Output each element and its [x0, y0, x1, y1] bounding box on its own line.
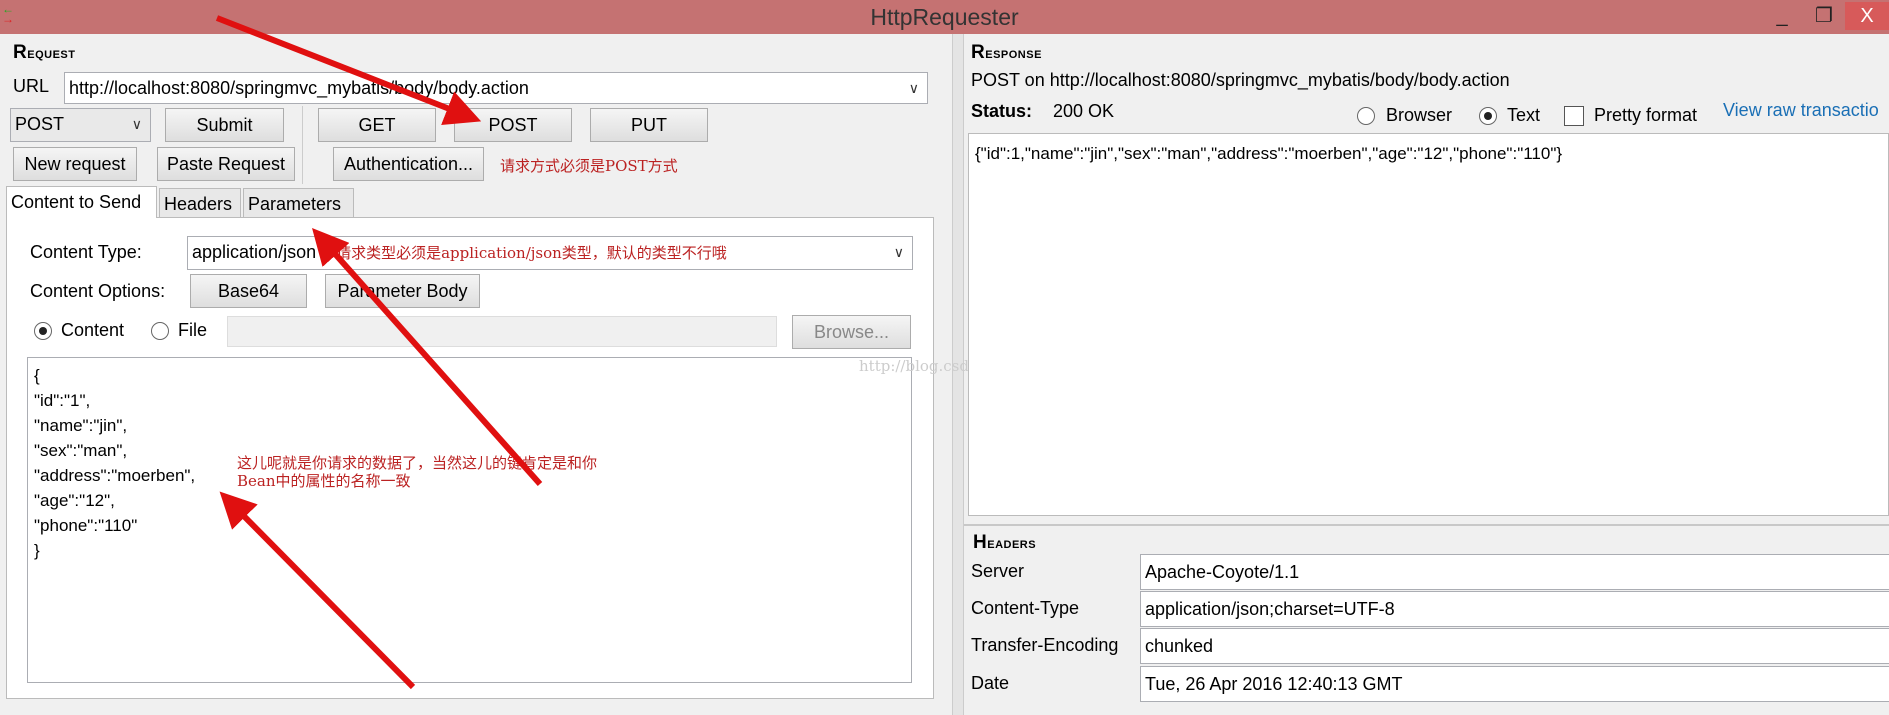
response-body-text: {"id":1,"name":"jin","sex":"man","addres… [975, 144, 1563, 163]
window-title: HttpRequester [870, 4, 1019, 30]
header-value[interactable]: application/json;charset=UTF-8 [1140, 591, 1889, 627]
tab-parameters[interactable]: Parameters [243, 188, 354, 218]
content-type-annotation: 请求类型必须是application/json类型，默认的类型不行哦 [336, 244, 727, 262]
status-value: 200 OK [1053, 101, 1115, 121]
file-radio[interactable] [151, 322, 169, 340]
pretty-format-label: Pretty format [1594, 105, 1698, 125]
view-raw-transaction-link[interactable]: View raw transactio [1723, 100, 1879, 121]
request-body-textarea[interactable]: { "id":"1", "name":"jin", "sex":"man", "… [27, 357, 912, 683]
url-input[interactable]: http://localhost:8080/springmvc_mybatis/… [64, 72, 928, 104]
method-annotation: 请求方式必须是POST方式 [500, 157, 678, 175]
pretty-format-checkbox[interactable] [1564, 106, 1584, 126]
content-type-select[interactable]: application/json 请求类型必须是application/json类… [187, 236, 913, 270]
put-button[interactable]: PUT [590, 108, 708, 142]
header-value[interactable]: chunked [1140, 628, 1889, 664]
paste-request-button[interactable]: Paste Request [157, 147, 295, 181]
content-type-label: Content Type: [30, 242, 142, 262]
divider [302, 106, 303, 184]
content-type-value: application/json [192, 242, 317, 262]
body-line: { [34, 366, 40, 385]
response-summary: POST on http://localhost:8080/springmvc_… [971, 70, 1510, 90]
url-value: http://localhost:8080/springmvc_mybatis/… [69, 78, 529, 98]
tab-content-to-send[interactable]: Content to Send [6, 186, 157, 218]
text-radio-label: Text [1507, 105, 1541, 125]
browse-button[interactable]: Browse... [792, 315, 911, 349]
body-line: "age":"12", [34, 491, 115, 510]
base64-button[interactable]: Base64 [190, 274, 307, 308]
authentication-button[interactable]: Authentication... [333, 147, 484, 181]
content-radio[interactable] [34, 322, 52, 340]
divider [964, 524, 1889, 526]
method-select[interactable]: POST ∨ [10, 108, 151, 142]
chevron-down-icon[interactable]: ∨ [909, 73, 919, 103]
headers-heading: Headers [973, 532, 1037, 553]
content-options-label: Content Options: [30, 281, 166, 301]
get-button[interactable]: GET [318, 108, 436, 142]
response-body[interactable]: {"id":1,"name":"jin","sex":"man","addres… [968, 133, 1889, 516]
chevron-down-icon: ∨ [893, 244, 904, 260]
body-line: } [34, 541, 40, 560]
browser-radio[interactable] [1357, 107, 1375, 125]
file-path-input[interactable] [227, 316, 777, 347]
body-line: "phone":"110" [34, 516, 138, 535]
close-button[interactable]: X [1845, 2, 1889, 30]
parameter-body-button[interactable]: Parameter Body [325, 274, 480, 308]
body-line: "address":"moerben", [34, 466, 196, 485]
header-name: Date [971, 673, 1010, 693]
url-label: URL [13, 76, 50, 96]
header-value[interactable]: Apache-Coyote/1.1 [1140, 554, 1889, 590]
body-line: "id":"1", [34, 391, 91, 410]
body-line: "name":"jin", [34, 416, 128, 435]
header-value[interactable]: Tue, 26 Apr 2016 12:40:13 GMT [1140, 666, 1889, 702]
text-radio[interactable] [1479, 107, 1497, 125]
method-value: POST [15, 114, 65, 134]
new-request-button[interactable]: New request [13, 147, 137, 181]
header-name: Transfer-Encoding [971, 635, 1119, 655]
tab-headers[interactable]: Headers [159, 188, 241, 218]
request-heading: Request [13, 42, 76, 63]
body-annotation-line2: Bean中的属性的名称一致 [237, 472, 411, 490]
post-button[interactable]: POST [454, 108, 572, 142]
chevron-down-icon: ∨ [131, 116, 142, 132]
content-radio-label: Content [61, 320, 125, 340]
browser-radio-label: Browser [1386, 105, 1453, 125]
minimize-button[interactable]: _ [1760, 2, 1804, 30]
restore-button[interactable]: ❐ [1802, 2, 1846, 30]
file-radio-label: File [178, 320, 208, 340]
body-line: "sex":"man", [34, 441, 128, 460]
response-heading: Response [971, 42, 1042, 63]
title-bar: ← → HttpRequester _ ❐ X [0, 0, 1889, 34]
submit-button[interactable]: Submit [165, 108, 284, 142]
header-name: Content-Type [971, 598, 1080, 618]
status-label: Status: [971, 101, 1033, 121]
header-name: Server [971, 561, 1025, 581]
